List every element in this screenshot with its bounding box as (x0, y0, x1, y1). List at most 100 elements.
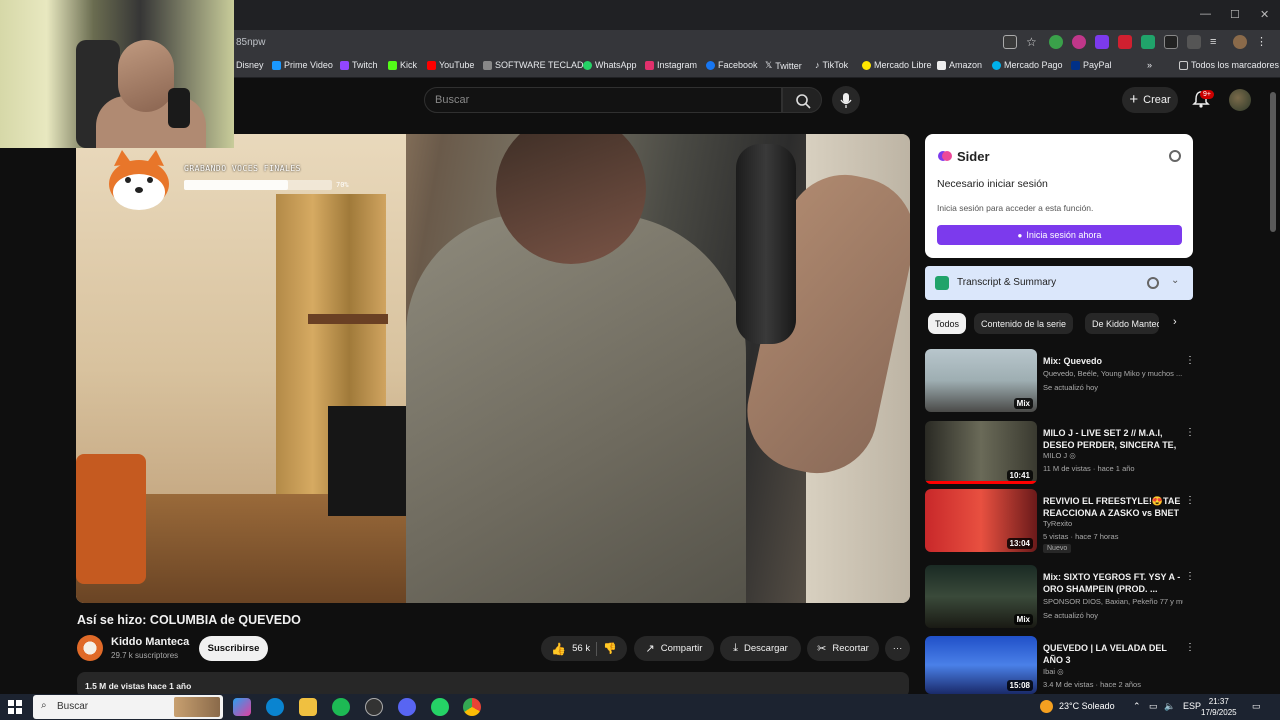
extension-green-icon[interactable] (1049, 35, 1063, 49)
more-vertical-icon[interactable]: ⋮ (1185, 355, 1195, 366)
volume-icon[interactable]: 🔈 (1164, 701, 1175, 712)
notification-center-icon[interactable]: ▭ (1252, 701, 1261, 712)
chevron-down-icon[interactable]: ⌄ (1171, 275, 1179, 286)
share-button[interactable]: ↗ Compartir (634, 636, 714, 661)
whatsapp-icon[interactable] (431, 698, 449, 716)
puzzle-icon[interactable] (1187, 35, 1201, 49)
more-actions-button[interactable]: ··· (885, 636, 910, 661)
minimize-icon[interactable]: — (1200, 8, 1211, 20)
tray-expand-icon[interactable]: ⌃ (1133, 701, 1141, 712)
recommendation-title[interactable]: Mix: SIXTO YEGROS FT. YSY A - ORO SHAMPE… (1043, 571, 1181, 595)
network-icon[interactable]: ▭ (1149, 701, 1158, 712)
search-highlight-image (174, 697, 220, 717)
create-button[interactable]: + Crear (1122, 87, 1178, 113)
install-icon[interactable] (1003, 35, 1017, 49)
bookmark-mercado-libre[interactable]: Mercado Libre (862, 60, 932, 70)
maximize-icon[interactable]: ☐ (1230, 8, 1240, 21)
recommendation-stats: Se actualizó hoy (1043, 611, 1099, 620)
file-explorer-icon[interactable] (299, 698, 317, 716)
bookmarks-overflow-icon[interactable]: » (1147, 60, 1152, 70)
url-text[interactable]: 85npw (236, 37, 265, 48)
search-input[interactable]: Buscar (424, 87, 782, 113)
recommendation-title[interactable]: QUEVEDO | LA VELADA DEL AÑO 3 (1043, 642, 1181, 666)
bookmark-paypal[interactable]: PayPal (1071, 60, 1112, 70)
profile-icon[interactable] (1233, 35, 1247, 49)
chrome-icon[interactable] (463, 698, 481, 716)
subscribe-button[interactable]: Suscribirse (199, 636, 268, 661)
search-placeholder: Buscar (435, 94, 470, 106)
more-vertical-icon[interactable]: ⋮ (1185, 495, 1195, 506)
recommendation-item[interactable]: 10:41 MILO J - LIVE SET 2 // M.A.I, DESE… (925, 421, 1195, 489)
close-icon[interactable]: ✕ (1260, 8, 1269, 21)
transcript-label: Transcript & Summary (957, 277, 1057, 288)
page-scrollbar[interactable] (1270, 92, 1276, 232)
bookmark-disney[interactable]: Disney (236, 60, 264, 70)
more-vertical-icon[interactable]: ⋮ (1185, 642, 1193, 653)
recommendation-item[interactable]: 15:08 QUEVEDO | LA VELADA DEL AÑO 3 Ibai… (925, 636, 1193, 694)
bookmark-kick[interactable]: Kick (388, 60, 417, 70)
bookmark-tiktok[interactable]: ♪ TikTok (815, 60, 848, 70)
windows-start-icon[interactable] (8, 700, 22, 714)
weather-text[interactable]: 23°C Soleado (1059, 701, 1115, 711)
recommendation-thumbnail[interactable]: Mix (925, 565, 1037, 628)
edge-icon[interactable] (266, 698, 284, 716)
taskbar-search-input[interactable]: ⌕ Buscar (33, 695, 223, 719)
bookmark-twitch[interactable]: Twitch (340, 60, 378, 70)
chip-todos[interactable]: Todos (928, 313, 967, 334)
transcript-settings-gear-icon[interactable] (1147, 277, 1159, 289)
bookmark-amazon[interactable]: Amazon (937, 60, 982, 70)
taskbar-clock[interactable]: 21:37 17/9/2025 (1201, 696, 1237, 718)
extension-teal-icon[interactable] (1141, 35, 1155, 49)
bookmark-twitter[interactable]: 𝕏 Twitter (765, 60, 802, 71)
recommendation-thumbnail[interactable]: 13:04 (925, 489, 1037, 552)
recommendation-item[interactable]: 13:04 REVIVIO EL FREESTYLE!😍TAE REACCION… (925, 489, 1195, 557)
bookmark-instagram[interactable]: Instagram (645, 60, 697, 70)
more-vertical-icon[interactable]: ⋮ (1185, 571, 1195, 582)
bookmark-prime-video[interactable]: Prime Video (272, 60, 333, 70)
recommendation-title[interactable]: REVIVIO EL FREESTYLE!😍TAE REACCIONA A ZA… (1043, 495, 1181, 519)
copilot-icon[interactable] (233, 698, 251, 716)
spotify-icon[interactable] (332, 698, 350, 716)
bookmark-software-teclado[interactable]: SOFTWARE TECLADO (483, 60, 591, 70)
voice-search-button[interactable] (832, 86, 860, 114)
all-bookmarks[interactable]: Todos los marcadores (1179, 60, 1279, 70)
tab-list-icon[interactable]: ≡ (1210, 35, 1224, 49)
extension-red-icon[interactable] (1118, 35, 1132, 49)
bookmark-mercado-pago[interactable]: Mercado Pago (992, 60, 1063, 70)
sider-login-button[interactable]: ● Inicia sesión ahora (937, 225, 1182, 245)
chip-series-content[interactable]: Contenido de la serie (974, 313, 1074, 334)
channel-name[interactable]: Kiddo Manteca (111, 636, 189, 648)
extension-dark-icon[interactable] (1164, 35, 1178, 49)
recommendation-item[interactable]: Mix Mix: Quevedo Quevedo, Beéle, Young M… (925, 349, 1195, 417)
bookmark-whatsapp[interactable]: WhatsApp (583, 60, 637, 70)
kebab-menu-icon[interactable]: ⋮ (1256, 35, 1270, 49)
keyboard-language[interactable]: ESP (1183, 701, 1201, 711)
extension-purple-icon[interactable] (1095, 35, 1109, 49)
bookmark-facebook[interactable]: Facebook (706, 60, 758, 70)
more-vertical-icon[interactable]: ⋮ (1185, 427, 1195, 438)
recommendation-thumbnail[interactable]: 15:08 (925, 636, 1037, 694)
obs-icon[interactable] (365, 698, 383, 716)
video-player[interactable]: GRABANDO VOCES FINALES 70% (76, 134, 910, 603)
like-button[interactable]: 👍 56 k (551, 642, 590, 656)
discord-icon[interactable] (398, 698, 416, 716)
recommendation-title[interactable]: Mix: Quevedo (1043, 355, 1181, 367)
sider-logo: Sider (937, 148, 990, 164)
search-button[interactable] (782, 87, 822, 113)
sider-settings-gear-icon[interactable] (1169, 150, 1181, 162)
chevron-right-icon[interactable]: › (1173, 316, 1177, 328)
download-button[interactable]: ⤓ Descargar (720, 636, 801, 661)
extension-pink-icon[interactable] (1072, 35, 1086, 49)
user-avatar[interactable] (1229, 89, 1251, 111)
dislike-button[interactable]: 👎 (603, 642, 617, 655)
recommendation-thumbnail[interactable]: Mix (925, 349, 1037, 412)
recommendation-item[interactable]: Mix Mix: SIXTO YEGROS FT. YSY A - ORO SH… (925, 565, 1195, 633)
bookmark-youtube[interactable]: YouTube (427, 60, 474, 70)
clip-button[interactable]: ✂ Recortar (807, 636, 879, 661)
star-icon[interactable]: ☆ (1026, 35, 1040, 49)
recommendation-thumbnail[interactable]: 10:41 (925, 421, 1037, 484)
recommendation-title[interactable]: MILO J - LIVE SET 2 // M.A.I, DESEO PERD… (1043, 427, 1181, 451)
chip-from-channel[interactable]: De Kiddo Manteca (1085, 313, 1159, 334)
channel-avatar[interactable] (77, 635, 103, 661)
transcript-summary-bar[interactable]: Transcript & Summary ⌄ (925, 266, 1193, 300)
